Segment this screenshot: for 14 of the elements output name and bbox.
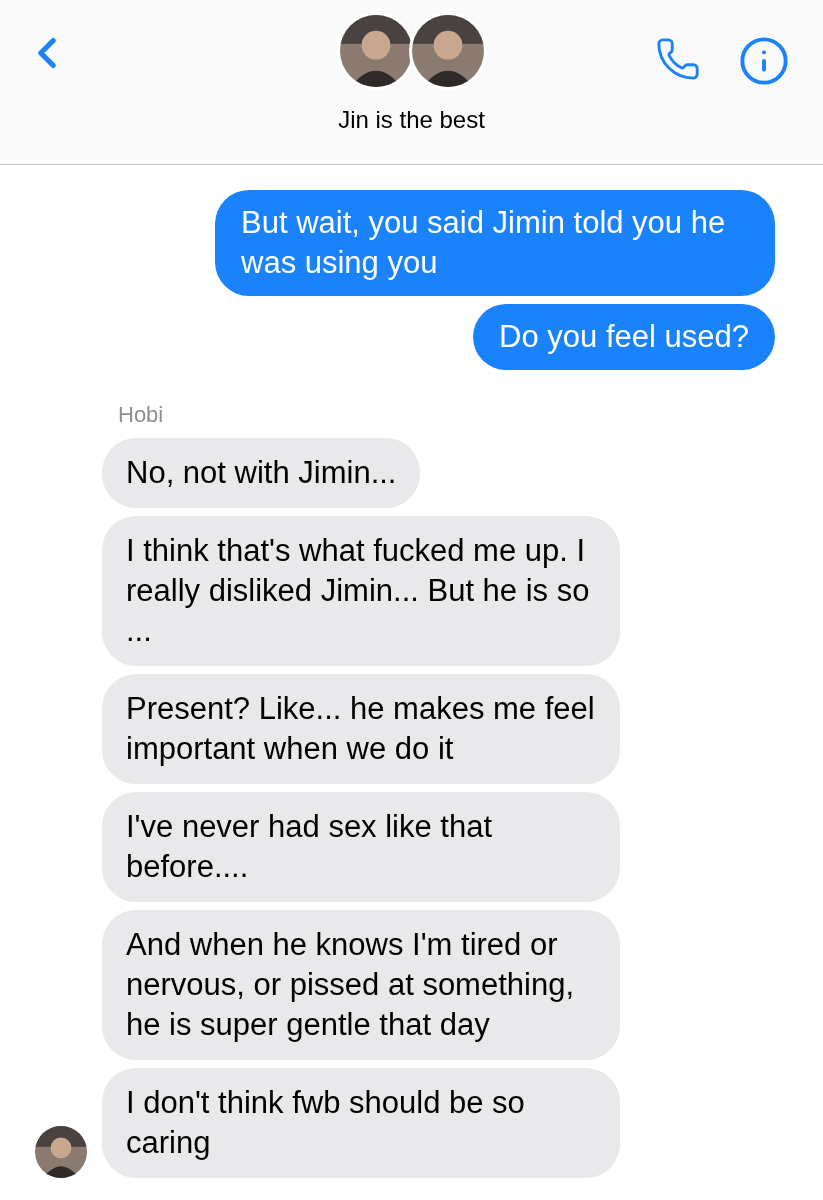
sent-message-bubble: But wait, you said Jimin told you he was using you <box>215 190 775 296</box>
info-icon <box>738 35 790 87</box>
conversation-title: Jin is the best <box>338 105 485 135</box>
sent-message-bubble: Do you feel used? <box>473 304 775 370</box>
phone-icon <box>655 36 701 82</box>
info-button[interactable] <box>738 35 790 87</box>
sender-name: Hobi <box>118 401 165 429</box>
received-message-bubble: No, not with Jimin... <box>102 438 421 508</box>
call-button[interactable] <box>655 36 701 82</box>
received-message-bubble: I've never had sex like that before.... <box>102 792 620 902</box>
received-message-bubble: And when he knows I'm tired or nervous, or pissed at something, he is super gentle that day <box>102 910 620 1060</box>
received-message-bubble: I don't think fwb should be so caring <box>102 1068 620 1178</box>
received-message-bubble: Present? Like... he makes me feel important when we do it <box>102 674 620 784</box>
received-message-bubble: I think that's what fucked me up. I really disliked Jimin... But he is so ... <box>102 516 620 666</box>
